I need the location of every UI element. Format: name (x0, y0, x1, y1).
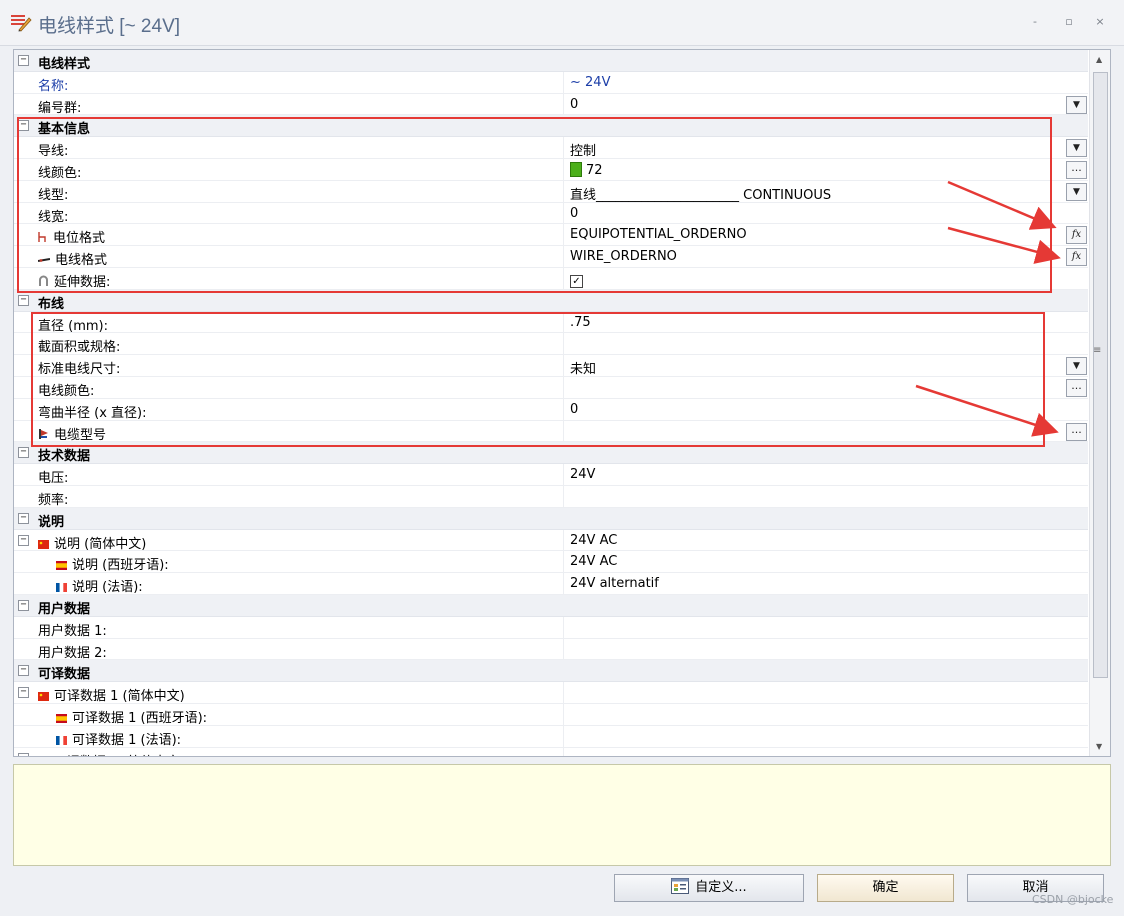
customize-label: 自定义... (695, 880, 747, 895)
customize-icon (671, 878, 690, 894)
ok-button[interactable]: 确定 (817, 874, 954, 902)
title-bar: 电线样式 [~ 24V] - ▫ × (0, 0, 1124, 46)
property-grid: − 电线样式 名称: ~ 24V 编号群: 0 ▼ − 基本信息 导线: 控制 ▼ 线颜色: 72... 线… (13, 49, 1111, 757)
annotation-arrow-2 (947, 226, 1061, 264)
annotation-arrow-3 (915, 384, 1059, 437)
watermark: CSDN @bjocke (1032, 893, 1114, 906)
minimize-button[interactable]: - (1026, 14, 1044, 30)
window-title: 电线样式 [~ 24V] (38, 16, 181, 37)
description-panel (13, 764, 1111, 866)
wire-style-edit-icon (11, 15, 32, 32)
close-button[interactable]: × (1091, 14, 1109, 30)
maximize-button[interactable]: ▫ (1060, 14, 1078, 30)
customize-button[interactable]: 自定义... (614, 874, 804, 902)
annotation-arrows (915, 180, 1061, 437)
annotation-arrow-1 (947, 180, 1057, 230)
